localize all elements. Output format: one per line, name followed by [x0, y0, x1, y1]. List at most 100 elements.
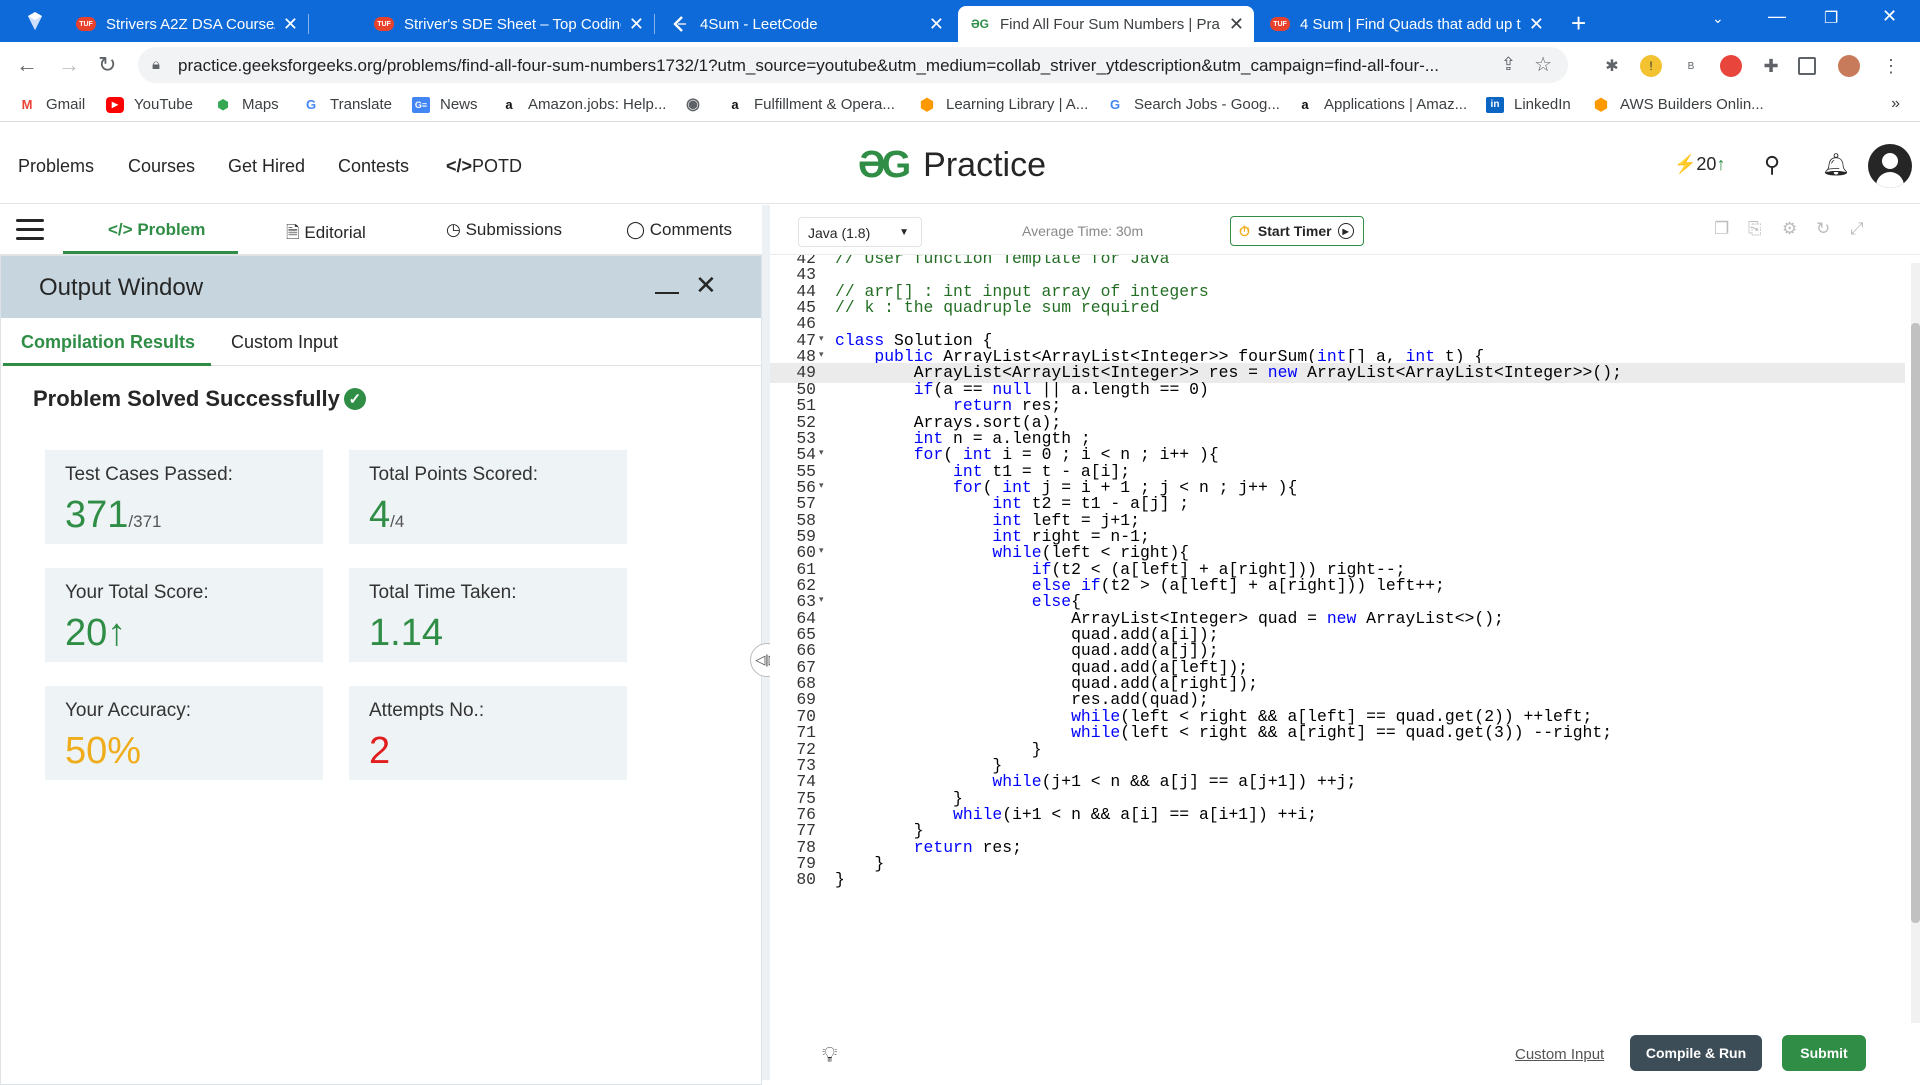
close-window-icon[interactable]: ✕ — [1882, 6, 1897, 27]
tab-custom-input[interactable]: Custom Input — [231, 332, 338, 353]
card-attempts: Attempts No.: 2 — [349, 686, 627, 780]
close-icon[interactable]: ✕ — [283, 15, 298, 33]
side-panel-icon[interactable] — [1798, 57, 1816, 75]
chrome-menu-icon[interactable]: ⋮ — [1880, 55, 1902, 77]
custom-input-link[interactable]: Custom Input — [1515, 1046, 1604, 1063]
bookmark-learning-library[interactable]: ⬢ Learning Library | A... — [918, 96, 1088, 114]
language-select[interactable]: Java (1.8) ▼ — [798, 217, 922, 247]
submit-button[interactable]: Submit — [1782, 1035, 1866, 1071]
lightbulb-icon[interactable]: 💡︎ — [822, 1042, 837, 1068]
fullscreen-icon[interactable]: ⤢ — [1850, 219, 1864, 239]
close-icon[interactable]: ✕ — [929, 15, 944, 33]
share-icon[interactable]: ⇪ — [1501, 54, 1516, 75]
code-line[interactable]: 80} — [770, 870, 1905, 890]
minimize-window-icon[interactable]: — — [1768, 6, 1786, 27]
compile-run-button[interactable]: Compile & Run — [1630, 1035, 1762, 1071]
bookmark-globe[interactable]: ◉ — [684, 96, 712, 113]
gfg-practice-logo[interactable]: ƏG Practice — [858, 144, 1046, 187]
nav-potd[interactable]: </>POTD — [446, 156, 522, 177]
search-icon[interactable]: ⚲ — [1764, 152, 1780, 178]
lightning-icon: ⚡ — [1674, 154, 1697, 174]
card-total-score: Your Total Score: 20↑ — [45, 568, 323, 662]
bookmark-maps[interactable]: ⬢ Maps — [214, 96, 278, 113]
new-tab-icon[interactable]: + — [1571, 8, 1586, 39]
browser-tab-3[interactable]: 4Sum - LeetCode ✕ — [658, 6, 954, 42]
restore-window-icon[interactable]: ❐ — [1824, 8, 1838, 28]
browser-tab-2[interactable]: TUF Striver's SDE Sheet – Top Coding ✕ — [362, 6, 655, 42]
fold-arrow-icon[interactable]: ▾ — [819, 334, 824, 344]
back-arrow-icon[interactable]: ← — [16, 52, 38, 78]
fold-arrow-icon[interactable]: ▾ — [819, 595, 824, 605]
fold-arrow-icon[interactable]: ▾ — [819, 448, 824, 458]
extension-honey-icon[interactable]: ! — [1640, 55, 1662, 77]
fold-arrow-icon[interactable]: ▾ — [819, 546, 824, 556]
bookmark-linkedin[interactable]: in LinkedIn — [1486, 96, 1571, 113]
browser-tab-4-active[interactable]: ƏG Find All Four Sum Numbers | Pra ✕ — [958, 6, 1254, 42]
editor-toolbar: Java (1.8) ▼ Average Time: 30m ⏱ Start Ti… — [770, 205, 1920, 255]
browser-tab-strip: TUF Strivers A2Z DSA Course/Sheet - ✕ TU… — [0, 0, 1920, 42]
nav-contests[interactable]: Contests — [338, 156, 409, 177]
extension-brain-icon[interactable] — [1720, 55, 1742, 77]
reload-icon[interactable]: ↻ — [98, 52, 116, 78]
bookmark-gmail[interactable]: M Gmail — [18, 96, 86, 113]
tab-problem[interactable]: </> Problem — [108, 220, 205, 240]
lock-icon[interactable]: 🔒︎ — [152, 56, 160, 73]
copy-icon[interactable]: ❐ — [1714, 219, 1729, 239]
bookmarks-bar: M Gmail ▶ YouTube ⬢ Maps G Translate G≡ News … — [0, 88, 1920, 122]
tab-compilation-results[interactable]: Compilation Results — [21, 332, 195, 353]
takeuforward-favicon-icon: TUF — [76, 17, 96, 31]
user-avatar[interactable] — [1868, 144, 1912, 188]
start-timer-button[interactable]: ⏱ Start Timer ▶ — [1230, 216, 1364, 246]
output-window-header: Output Window ✕ — [1, 256, 761, 318]
browser-tab-1[interactable]: TUF Strivers A2Z DSA Course/Sheet - ✕ — [64, 6, 309, 42]
fold-arrow-icon[interactable]: ▾ — [819, 481, 824, 491]
bookmark-aws-builders[interactable]: ⬢ AWS Builders Onlin... — [1592, 96, 1764, 114]
notification-bell-icon[interactable]: 🔔︎ — [1822, 152, 1850, 178]
editor-scrollbar[interactable] — [1911, 263, 1920, 1023]
youtube-icon: ▶ — [106, 96, 124, 113]
profile-avatar-icon[interactable] — [1838, 55, 1860, 77]
browser-tab-5[interactable]: TUF 4 Sum | Find Quads that add up t ✕ — [1258, 6, 1554, 42]
minimize-icon[interactable] — [655, 292, 679, 294]
forward-arrow-icon[interactable]: → — [58, 52, 80, 78]
bookmark-youtube[interactable]: ▶ YouTube — [106, 96, 193, 113]
close-icon[interactable]: ✕ — [629, 15, 644, 33]
code-area[interactable]: 42// User function Template for Java 43 44… — [770, 255, 1905, 1028]
nav-get-hired[interactable]: Get Hired — [228, 156, 305, 177]
close-icon[interactable]: ✕ — [1229, 15, 1244, 33]
settings-gear-icon[interactable]: ⚙ — [1782, 219, 1797, 239]
bookmark-translate[interactable]: G Translate — [302, 96, 392, 113]
bookmark-fulfillment[interactable]: a Fulfillment & Opera... — [726, 96, 895, 113]
arrow-up-icon: ↑ — [1716, 154, 1726, 174]
address-bar[interactable]: 🔒︎ practice.geeksforgeeks.org/problems/f… — [138, 47, 1568, 83]
url-text[interactable]: practice.geeksforgeeks.org/problems/find… — [178, 56, 1498, 76]
hamburger-menu-icon[interactable] — [16, 219, 44, 241]
import-file-icon[interactable]: ⎘ — [1748, 219, 1762, 239]
amazon-icon: a — [1301, 97, 1309, 112]
bookmark-search-jobs[interactable]: G Search Jobs - Goog... — [1106, 96, 1280, 113]
nav-courses[interactable]: Courses — [128, 156, 195, 177]
gmail-icon: M — [21, 97, 33, 112]
bookmark-amazon-jobs[interactable]: a Amazon.jobs: Help... — [500, 96, 666, 113]
bookmarks-overflow-icon[interactable]: » — [1891, 95, 1900, 113]
close-icon[interactable]: ✕ — [695, 270, 717, 301]
bookmark-applications[interactable]: a Applications | Amaz... — [1296, 96, 1467, 113]
nav-problems[interactable]: Problems — [18, 156, 94, 177]
tab-comments[interactable]: ◯ Comments — [626, 220, 732, 240]
extension-bug-icon[interactable]: ✱ — [1601, 55, 1623, 77]
score-streak[interactable]: ⚡20↑ — [1674, 154, 1725, 175]
bookmark-news[interactable]: G≡ News — [412, 96, 478, 113]
fold-arrow-icon[interactable]: ▾ — [819, 350, 824, 360]
extensions-puzzle-icon[interactable]: ✚ — [1760, 55, 1782, 77]
reset-icon[interactable]: ↻ — [1816, 219, 1830, 239]
browser-profile-icon[interactable] — [24, 10, 46, 32]
tab-editorial[interactable]: 🗎︎ Editorial — [286, 220, 366, 249]
aws-icon: ⬢ — [920, 96, 934, 114]
tab-search-chevron-icon[interactable]: ⌄ — [1712, 10, 1724, 27]
card-points: Total Points Scored: 4/4 — [349, 450, 627, 544]
bookmark-star-icon[interactable]: ☆ — [1534, 52, 1552, 77]
extension-b-icon[interactable]: B — [1680, 55, 1702, 77]
tab-submissions[interactable]: ◷ Submissions — [446, 220, 562, 240]
output-tabs: Compilation Results Custom Input — [1, 318, 761, 366]
close-icon[interactable]: ✕ — [1529, 15, 1544, 33]
